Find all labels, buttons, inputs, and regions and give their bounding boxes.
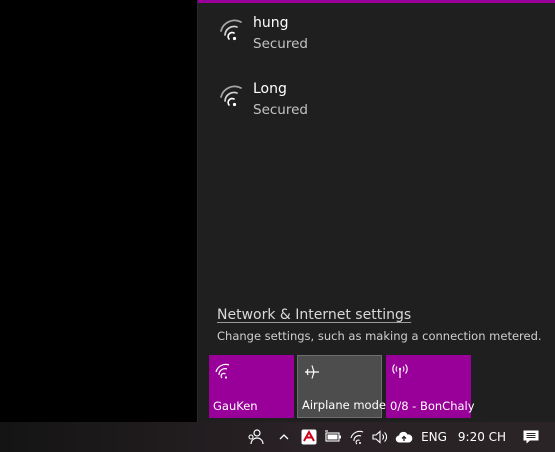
network-status: Secured xyxy=(253,36,308,52)
network-tray-button[interactable] xyxy=(346,422,368,452)
network-settings-hint: Change settings, such as making a connec… xyxy=(217,329,542,343)
quick-action-wifi[interactable]: GauKen xyxy=(209,355,294,418)
cloud-upload-icon xyxy=(395,431,413,443)
network-settings-link[interactable]: Network & Internet settings xyxy=(217,307,411,323)
wifi-icon xyxy=(220,19,242,41)
network-item-hung[interactable]: hung Secured xyxy=(198,8,555,74)
chevron-up-icon xyxy=(279,434,289,440)
accent-strip xyxy=(198,0,555,3)
quick-action-airplane-mode[interactable]: Airplane mode xyxy=(297,355,386,418)
clock-button[interactable]: 9:20 CH xyxy=(455,422,509,452)
battery-tray-button[interactable] xyxy=(322,422,344,452)
action-center-icon xyxy=(523,430,539,444)
network-item-long[interactable]: Long Secured xyxy=(198,74,555,140)
wifi-icon xyxy=(350,430,364,445)
quick-action-label: 0/8 - BonChaly xyxy=(390,399,475,413)
input-language-button[interactable]: ENG xyxy=(419,422,449,452)
show-hidden-icons-button[interactable] xyxy=(274,422,294,452)
desktop-background xyxy=(0,0,197,422)
network-flyout: hung Secured Long Secured Network & Inte… xyxy=(197,0,555,422)
mobile-hotspot-icon xyxy=(392,364,408,378)
network-ssid: hung xyxy=(253,15,289,31)
people-button[interactable] xyxy=(243,422,269,452)
airplane-icon xyxy=(305,365,319,379)
network-status: Secured xyxy=(253,102,308,118)
quick-action-label: GauKen xyxy=(213,399,258,413)
quick-action-label: Airplane mode xyxy=(302,398,386,412)
volume-icon xyxy=(372,430,387,444)
network-list: hung Secured Long Secured xyxy=(198,8,555,140)
antivirus-icon xyxy=(301,429,317,445)
volume-tray-button[interactable] xyxy=(369,422,391,452)
wifi-icon xyxy=(215,363,230,379)
network-ssid: Long xyxy=(253,81,287,97)
wifi-icon xyxy=(220,85,242,107)
people-icon xyxy=(248,429,264,445)
cloud-tray-button[interactable] xyxy=(393,422,415,452)
antivirus-tray-button[interactable] xyxy=(298,422,320,452)
action-center-button[interactable] xyxy=(518,422,544,452)
battery-icon xyxy=(325,430,341,442)
quick-action-mobile-hotspot[interactable]: 0/8 - BonChaly xyxy=(386,355,475,418)
taskbar: ENG 9:20 CH xyxy=(0,422,555,452)
